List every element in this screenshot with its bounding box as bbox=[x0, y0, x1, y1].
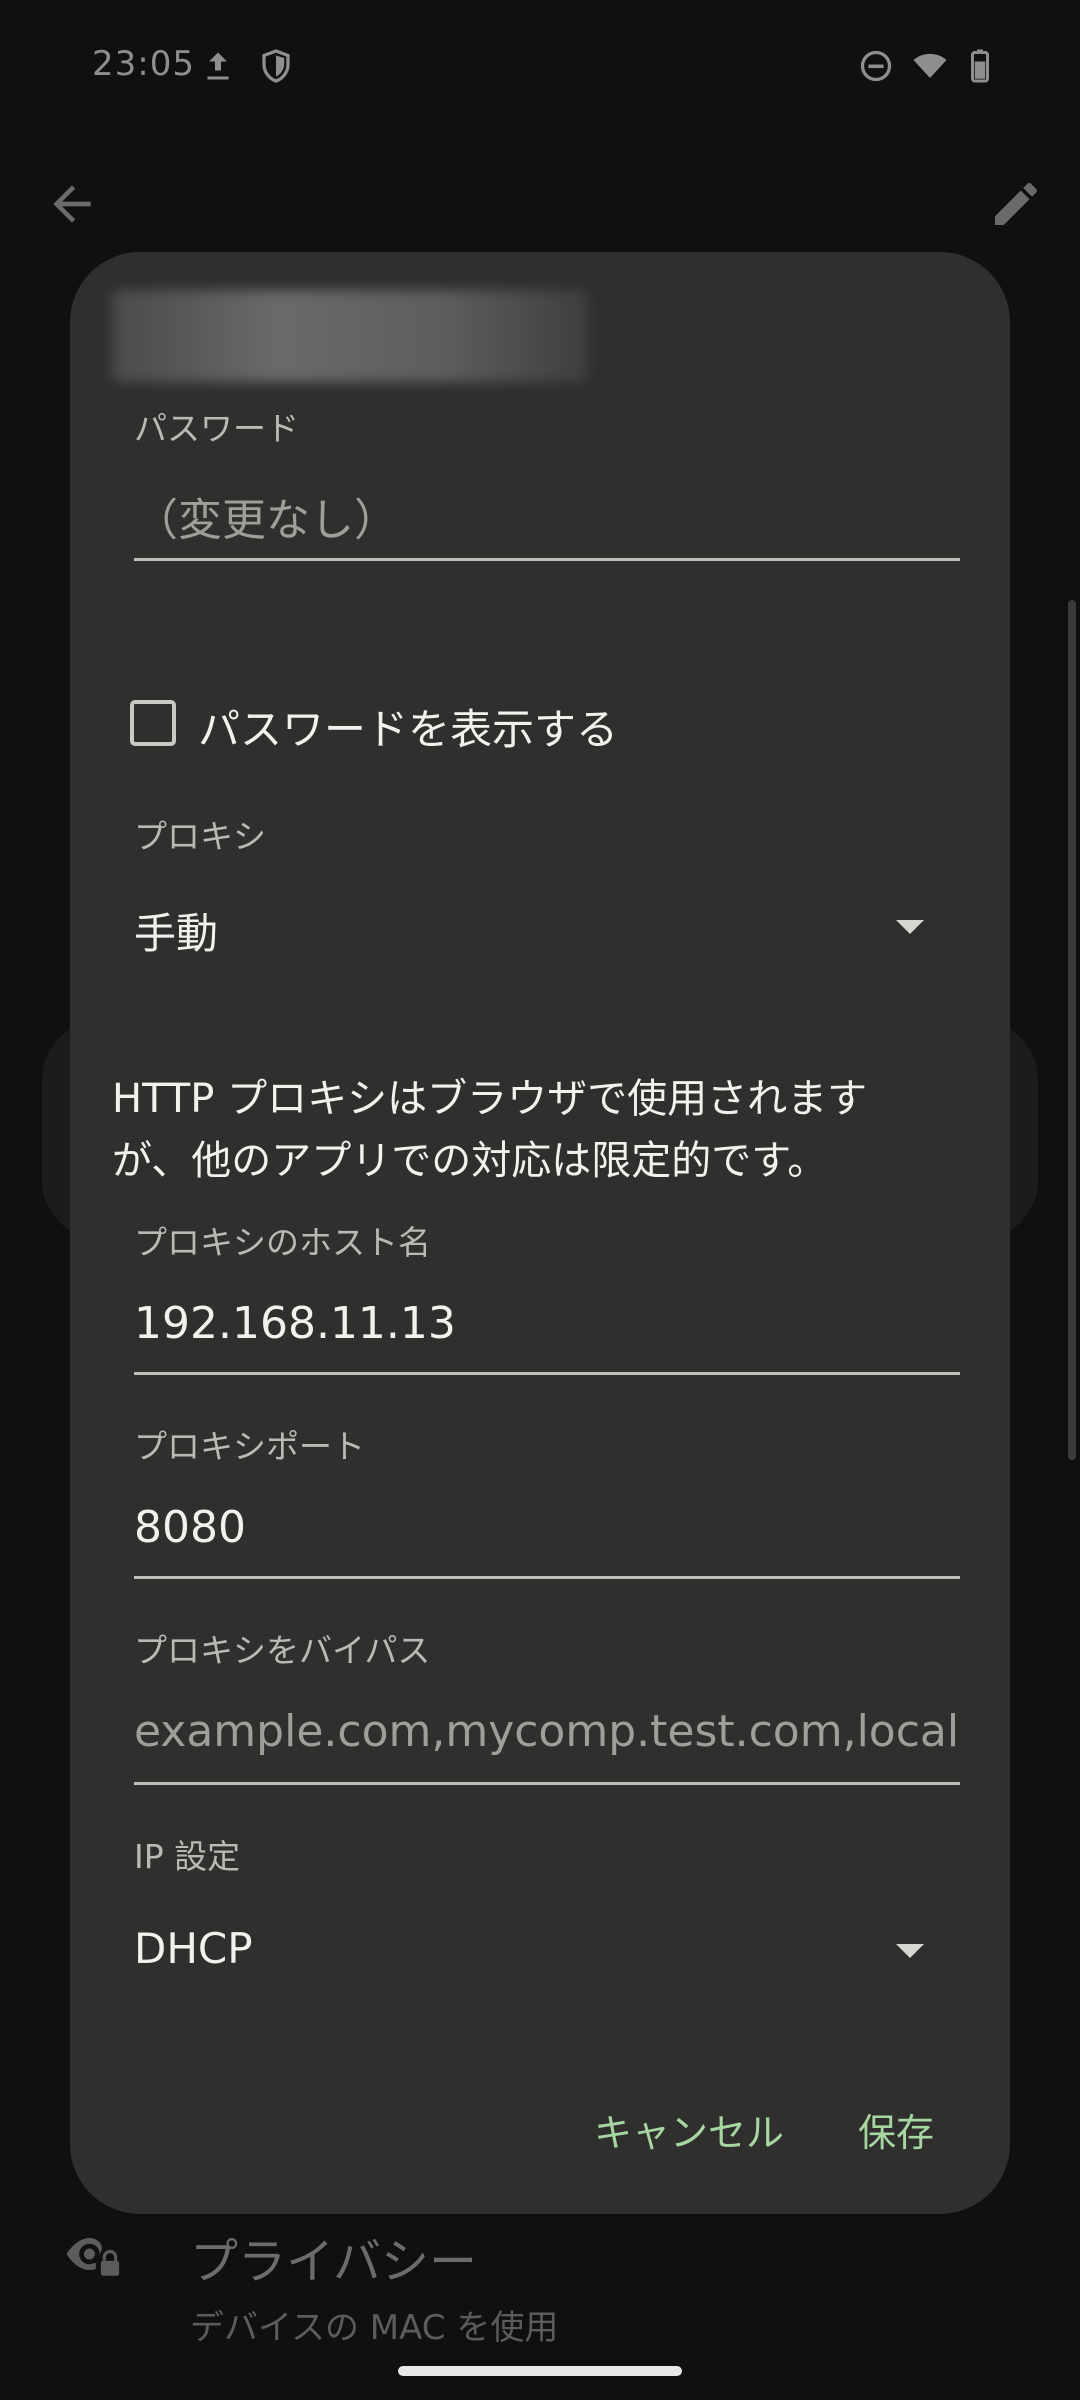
ip-settings-dropdown[interactable]: DHCP bbox=[134, 1914, 960, 1994]
wifi-config-dialog: パスワード （変更なし） パスワードを表示する プロキシ 手動 HTTP プロキ… bbox=[70, 252, 1010, 2214]
privacy-subtitle: デバイスの MAC を使用 bbox=[190, 2308, 559, 2348]
proxy-bypass-input[interactable]: example.com,mycomp.test.com,localhost bbox=[134, 1706, 960, 1776]
proxy-info-line-1: HTTP プロキシはブラウザで使用されます bbox=[112, 1076, 868, 1122]
back-arrow-icon[interactable] bbox=[44, 176, 100, 232]
proxy-bypass-label: プロキシをバイパス bbox=[134, 1631, 431, 1670]
proxy-host-underline bbox=[134, 1372, 960, 1375]
proxy-bypass-underline bbox=[134, 1782, 960, 1785]
proxy-port-label: プロキシポート bbox=[134, 1427, 365, 1466]
password-input[interactable]: （変更なし） bbox=[134, 484, 398, 548]
proxy-label: プロキシ bbox=[134, 817, 266, 856]
proxy-dropdown[interactable]: 手動 bbox=[134, 890, 960, 970]
chevron-down-icon bbox=[896, 920, 924, 934]
network-name-redacted bbox=[112, 290, 588, 382]
proxy-dropdown-value: 手動 bbox=[134, 909, 219, 958]
edit-pencil-icon[interactable] bbox=[988, 176, 1044, 232]
proxy-info-line-2: が、他のアプリでの対応は限定的です。 bbox=[112, 1138, 828, 1184]
gesture-nav-handle[interactable] bbox=[398, 2366, 682, 2376]
save-button[interactable]: 保存 bbox=[858, 2102, 934, 2157]
privacy-title: プライバシー bbox=[190, 2234, 478, 2290]
proxy-port-underline bbox=[134, 1576, 960, 1579]
ip-settings-label: IP 設定 bbox=[134, 1837, 241, 1876]
password-underline bbox=[134, 558, 960, 561]
proxy-port-input[interactable]: 8080 bbox=[134, 1502, 246, 1553]
proxy-info-text: HTTP プロキシはブラウザで使用されます が、他のアプリでの対応は限定的です。 bbox=[112, 1068, 972, 1192]
show-password-checkbox-row[interactable]: パスワードを表示する bbox=[130, 692, 690, 756]
proxy-host-input[interactable]: 192.168.11.13 bbox=[134, 1298, 456, 1349]
show-password-checkbox[interactable] bbox=[130, 700, 176, 746]
chevron-down-icon bbox=[896, 1944, 924, 1958]
show-password-label: パスワードを表示する bbox=[198, 705, 619, 754]
ip-settings-dropdown-value: DHCP bbox=[134, 1924, 253, 1973]
proxy-host-label: プロキシのホスト名 bbox=[134, 1223, 431, 1262]
cancel-button[interactable]: キャンセル bbox=[594, 2102, 784, 2157]
privacy-eye-lock-icon bbox=[66, 2238, 120, 2276]
proxy-bypass-placeholder: example.com,mycomp.test.com,localhost bbox=[134, 1706, 960, 1757]
password-label: パスワード bbox=[134, 409, 299, 448]
screen: 23:05 プライバシー デバイスの MAC を使用 パスワード （変更なし） … bbox=[0, 0, 1080, 2400]
background-scrollbar bbox=[1068, 600, 1076, 1460]
